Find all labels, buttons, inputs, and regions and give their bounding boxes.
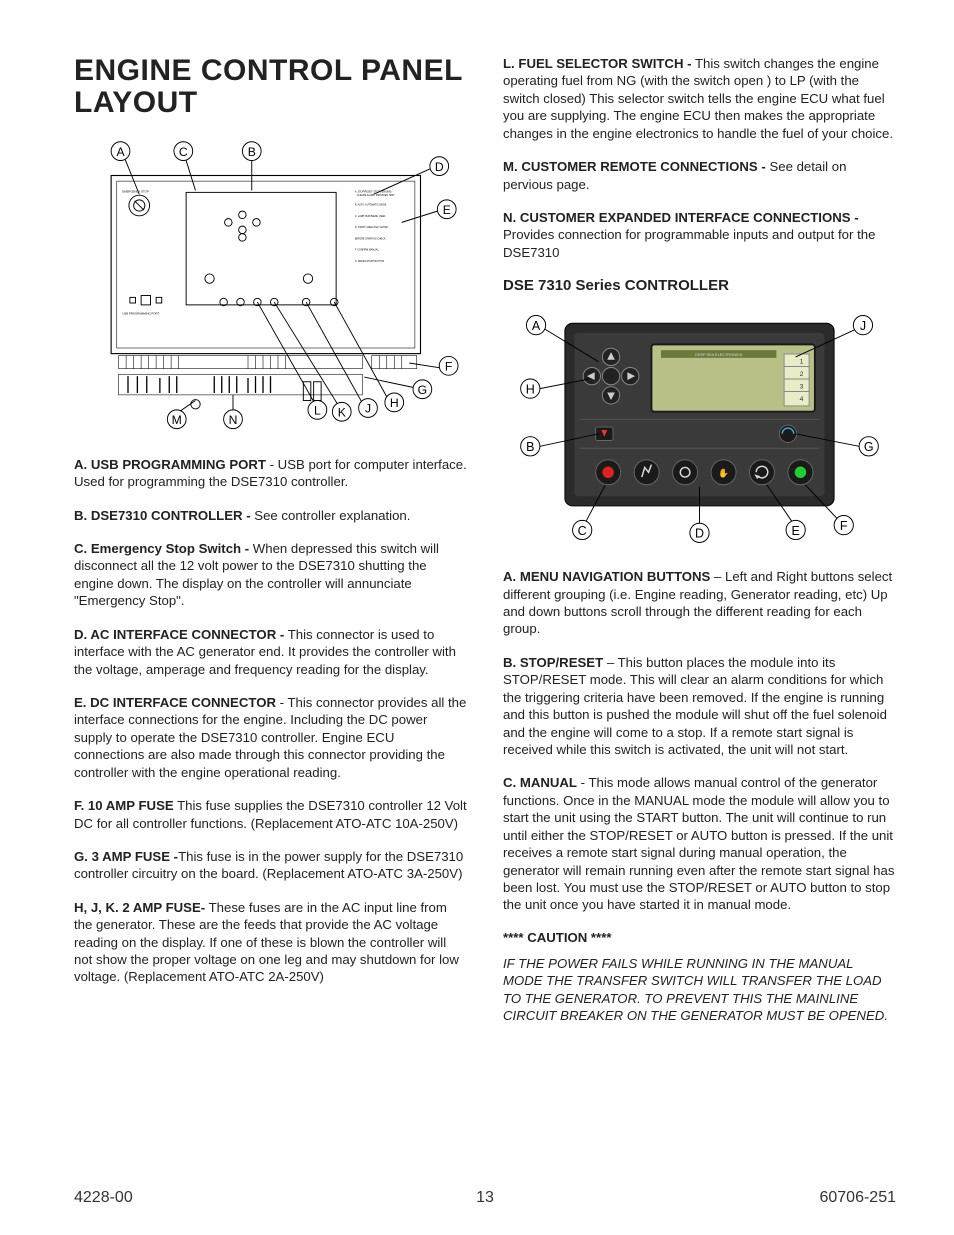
item-E: E. DC INTERFACE CONNECTOR - This connect… bbox=[74, 694, 467, 781]
item-F: F. 10 AMP FUSE This fuse supplies the DS… bbox=[74, 797, 467, 832]
item-HJK: H, J, K. 2 AMP FUSE- These fuses are in … bbox=[74, 899, 467, 986]
item-A: A. USB PROGRAMMING PORT - USB port for c… bbox=[74, 456, 467, 491]
caution-heading: **** CAUTION **** bbox=[503, 930, 896, 945]
item-B: B. DSE7310 CONTROLLER - See controller e… bbox=[74, 507, 467, 524]
page-title: ENGINE CONTROL PANEL LAYOUT bbox=[74, 55, 467, 120]
svg-text:2: 2 bbox=[800, 371, 804, 378]
callout-J: J bbox=[365, 401, 371, 415]
callout-H: H bbox=[390, 396, 399, 410]
item-N: N. CUSTOMER EXPANDED INTERFACE CONNECTIO… bbox=[503, 209, 896, 261]
svg-text:3: 3 bbox=[800, 384, 804, 391]
item-G: G. 3 AMP FUSE -This fuse is in the power… bbox=[74, 848, 467, 883]
ctrl-callout-E: E bbox=[791, 524, 799, 538]
tiny-label-usb: USB PROGRAMMING PORT bbox=[122, 311, 159, 315]
ctrl-callout-C: C bbox=[578, 524, 587, 538]
ctrl-screen-label: DEEP SEA ELECTRONICS bbox=[695, 353, 743, 357]
item-D: D. AC INTERFACE CONNECTOR - This connect… bbox=[74, 626, 467, 678]
tiny-label-estop: EMERGENCY STOP bbox=[122, 189, 148, 193]
svg-text:D. START: USED ONLY AFTER: D. START: USED ONLY AFTER bbox=[355, 226, 388, 229]
svg-text:F. CONFIRM MANUAL: F. CONFIRM MANUAL bbox=[355, 248, 379, 251]
footer-page: 13 bbox=[74, 1189, 896, 1207]
svg-text:CLEARS ALARM. PROVIDES TEST: CLEARS ALARM. PROVIDES TEST bbox=[357, 194, 395, 197]
caution-body: IF THE POWER FAILS WHILE RUNNING IN THE … bbox=[503, 955, 896, 1025]
controller-heading: DSE 7310 Series CONTROLLER bbox=[503, 277, 896, 294]
callout-M: M bbox=[172, 413, 182, 427]
callout-B: B bbox=[248, 145, 256, 159]
callout-G: G bbox=[418, 383, 427, 397]
callout-C: C bbox=[179, 145, 188, 159]
svg-text:4: 4 bbox=[800, 396, 804, 403]
controller-figure: DEEP SEA ELECTRONICS 1 2 3 4 bbox=[503, 304, 896, 554]
callout-F: F bbox=[445, 359, 452, 373]
item-L: L. FUEL SELECTOR SWITCH - This switch ch… bbox=[503, 55, 896, 142]
callout-A: A bbox=[116, 145, 125, 159]
ctrl-item-A: A. MENU NAVIGATION BUTTONS – Left and Ri… bbox=[503, 568, 896, 638]
ctrl-callout-B: B bbox=[526, 440, 534, 454]
ctrl-callout-H: H bbox=[526, 383, 535, 397]
ctrl-callout-D: D bbox=[695, 527, 704, 541]
svg-text:A. STOP/RESET: STOPS ENGINE /: A. STOP/RESET: STOPS ENGINE / bbox=[355, 190, 393, 193]
ctrl-callout-J: J bbox=[860, 319, 866, 333]
ctrl-item-C: C. MANUAL - This mode allows manual cont… bbox=[503, 774, 896, 913]
panel-layout-figure: A. STOP/RESET: STOPS ENGINE / CLEARS ALA… bbox=[74, 138, 467, 438]
svg-text:G. PRESS START BUTTON: G. PRESS START BUTTON bbox=[355, 260, 385, 263]
svg-text:1: 1 bbox=[800, 359, 804, 366]
ctrl-callout-F: F bbox=[840, 519, 848, 533]
callout-L: L bbox=[314, 403, 321, 417]
ctrl-callout-A: A bbox=[532, 319, 541, 333]
svg-text:C. LAMP TEST/MENU USED: C. LAMP TEST/MENU USED bbox=[355, 215, 386, 218]
svg-text:BEFORE STARTING CHECK: BEFORE STARTING CHECK bbox=[355, 237, 386, 240]
item-C: C. Emergency Stop Switch - When depresse… bbox=[74, 540, 467, 610]
callout-E: E bbox=[443, 203, 451, 217]
ctrl-callout-G: G bbox=[864, 440, 874, 454]
svg-text:B. AUTO: AUTOMATIC MODE: B. AUTO: AUTOMATIC MODE bbox=[355, 203, 387, 206]
callout-K: K bbox=[338, 405, 346, 419]
item-M: M. CUSTOMER REMOTE CONNECTIONS - See det… bbox=[503, 158, 896, 193]
callout-D: D bbox=[435, 160, 444, 174]
callout-N: N bbox=[229, 413, 238, 427]
ctrl-item-B: B. STOP/RESET – This button places the m… bbox=[503, 654, 896, 759]
svg-text:✋: ✋ bbox=[718, 468, 729, 478]
